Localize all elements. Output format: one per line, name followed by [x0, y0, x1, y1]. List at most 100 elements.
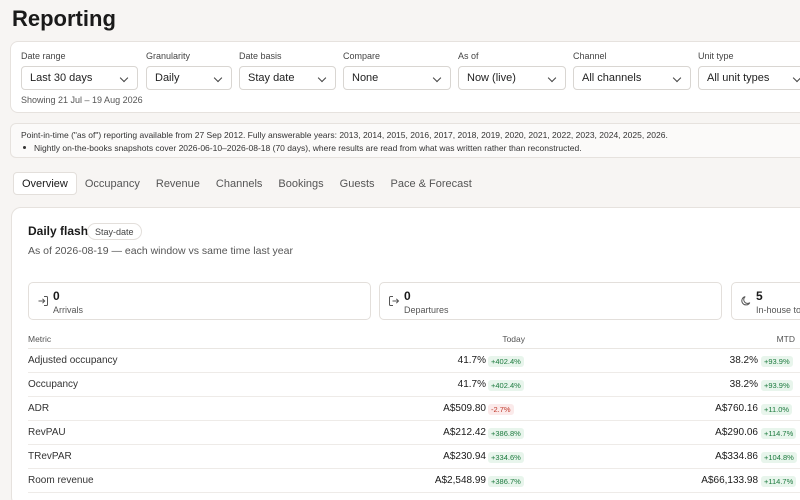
- metric-name: Adjusted occupancy: [28, 355, 118, 366]
- metric-name: RevPAU: [28, 427, 66, 438]
- chevron-down-icon: [213, 73, 223, 83]
- mtd-value: A$290.06: [715, 427, 758, 438]
- chevron-down-icon: [547, 73, 557, 83]
- today-value: 41.7%: [457, 379, 486, 390]
- chevron-down-icon: [672, 73, 682, 83]
- today-value: A$230.94: [443, 451, 486, 462]
- select-value: Stay date: [248, 72, 295, 84]
- table-row: Adjusted occupancy 41.7% +402.4% 38.2% +93.9…: [28, 349, 800, 373]
- kpi-value: 0: [404, 289, 411, 303]
- card-subtitle: As of 2026-08-19 — each window vs same t…: [28, 245, 293, 257]
- today-change-badge: -2.7%: [488, 404, 514, 415]
- filter-as-of: As of Now (live): [458, 51, 566, 90]
- mtd-value: A$66,133.98: [701, 475, 758, 486]
- mtd-change-badge: +93.9%: [761, 356, 793, 367]
- tab-guests[interactable]: Guests: [332, 172, 383, 195]
- kpi-departures: 0 Departures: [379, 282, 722, 320]
- today-change-badge: +402.4%: [488, 380, 524, 391]
- table-header: Metric Today MTD: [28, 329, 800, 349]
- today-value: A$509.80: [443, 403, 486, 414]
- tab-occupancy[interactable]: Occupancy: [77, 172, 148, 195]
- metric-name: Occupancy: [28, 379, 79, 390]
- today-change-badge: +386.7%: [488, 476, 524, 487]
- table-row: Occupancy 41.7% +402.4% 38.2% +93.9%: [28, 373, 800, 397]
- tab-overview[interactable]: Overview: [13, 172, 77, 195]
- report-tabs: Overview Occupancy Revenue Channels Book…: [13, 172, 480, 195]
- mtd-change-badge: +114.7%: [761, 428, 797, 439]
- mtd-value: 38.2%: [729, 355, 758, 366]
- table-row: RevPAU A$212.42 +386.8% A$290.06 +114.7%: [28, 421, 800, 445]
- kpi-label: Departures: [404, 305, 449, 315]
- filter-unit-type: Unit type All unit types: [698, 51, 800, 90]
- today-change-badge: +334.6%: [488, 452, 524, 463]
- kpi-label: Arrivals: [53, 305, 84, 315]
- kpi-label: In-house tonight: [756, 305, 800, 315]
- unit-type-select[interactable]: All unit types: [698, 66, 800, 90]
- mtd-change-badge: +93.9%: [761, 380, 793, 391]
- today-value: 41.7%: [457, 355, 486, 366]
- table-row: ADR A$509.80 -2.7% A$760.16 +11.0%: [28, 397, 800, 421]
- today-change-badge: +402.4%: [488, 356, 524, 367]
- notice-bullet-item: Nightly on-the-books snapshots cover 202…: [21, 143, 582, 153]
- bullet-icon: [23, 146, 26, 150]
- chevron-down-icon: [792, 73, 800, 83]
- compare-select[interactable]: None: [343, 66, 451, 90]
- mtd-value: 38.2%: [729, 379, 758, 390]
- date-basis-select[interactable]: Stay date: [239, 66, 336, 90]
- tab-revenue[interactable]: Revenue: [148, 172, 208, 195]
- filter-label: Date basis: [239, 51, 282, 61]
- table-row: TRevPAR A$230.94 +334.6% A$334.86 +104.8%: [28, 445, 800, 469]
- metric-name: TRevPAR: [28, 451, 72, 462]
- availability-notice: Point-in-time ("as of") reporting availa…: [10, 123, 800, 158]
- filter-label: As of: [458, 51, 479, 61]
- card-title: Daily flash: [28, 224, 89, 238]
- select-value: None: [352, 72, 379, 84]
- kpi-value: 0: [53, 289, 60, 303]
- moon-icon: [741, 296, 751, 306]
- daily-flash-card: Daily flash Stay-date As of 2026-08-19 —…: [11, 207, 800, 500]
- select-value: All channels: [582, 72, 642, 84]
- filters-panel: Date range Last 30 days Granularity Dail…: [10, 41, 800, 113]
- filter-compare: Compare None: [343, 51, 451, 90]
- tab-channels[interactable]: Channels: [208, 172, 270, 195]
- table-row: Room revenue A$2,548.99 +386.7% A$66,133.98…: [28, 469, 800, 493]
- flash-metrics-table: Metric Today MTD Adjusted occupancy 41.7%…: [28, 329, 800, 493]
- today-change-badge: +386.8%: [488, 428, 524, 439]
- select-value: Last 30 days: [30, 72, 93, 84]
- mtd-change-badge: +114.7%: [761, 476, 797, 487]
- mtd-change-badge: +11.0%: [761, 404, 793, 415]
- filter-label: Channel: [573, 51, 607, 61]
- filter-label: Unit type: [698, 51, 734, 61]
- notice-text: Point-in-time ("as of") reporting availa…: [21, 130, 668, 140]
- chevron-down-icon: [432, 73, 442, 83]
- filter-label: Compare: [343, 51, 381, 61]
- chevron-down-icon: [317, 73, 327, 83]
- page-title: Reporting: [12, 6, 116, 31]
- select-value: Now (live): [467, 72, 516, 84]
- mtd-change-badge: +104.8%: [761, 452, 797, 463]
- filter-label: Granularity: [146, 51, 191, 61]
- date-range-select[interactable]: Last 30 days: [21, 66, 138, 90]
- today-value: A$2,548.99: [434, 475, 486, 486]
- kpi-in-house: 5 In-house tonight: [731, 282, 800, 320]
- column-header-metric: Metric: [28, 334, 52, 344]
- kpi-arrivals: 0 Arrivals: [28, 282, 371, 320]
- as-of-select[interactable]: Now (live): [458, 66, 566, 90]
- metric-name: ADR: [28, 403, 50, 414]
- select-value: All unit types: [707, 72, 770, 84]
- tab-pace-forecast[interactable]: Pace & Forecast: [383, 172, 480, 195]
- metric-name: Room revenue: [28, 475, 94, 486]
- column-header-today: Today: [502, 334, 525, 344]
- channel-select[interactable]: All channels: [573, 66, 691, 90]
- filter-date-range: Date range Last 30 days: [21, 51, 138, 90]
- mtd-value: A$334.86: [715, 451, 758, 462]
- departures-icon: [389, 296, 400, 306]
- filter-label: Date range: [21, 51, 66, 61]
- select-value: Daily: [155, 72, 180, 84]
- arrivals-icon: [38, 296, 48, 306]
- notice-bullet-text: Nightly on-the-books snapshots cover 202…: [34, 143, 582, 153]
- table-body: Adjusted occupancy 41.7% +402.4% 38.2% +93.9…: [28, 349, 800, 493]
- filter-granularity: Granularity Daily: [146, 51, 232, 90]
- granularity-select[interactable]: Daily: [146, 66, 232, 90]
- tab-bookings[interactable]: Bookings: [270, 172, 331, 195]
